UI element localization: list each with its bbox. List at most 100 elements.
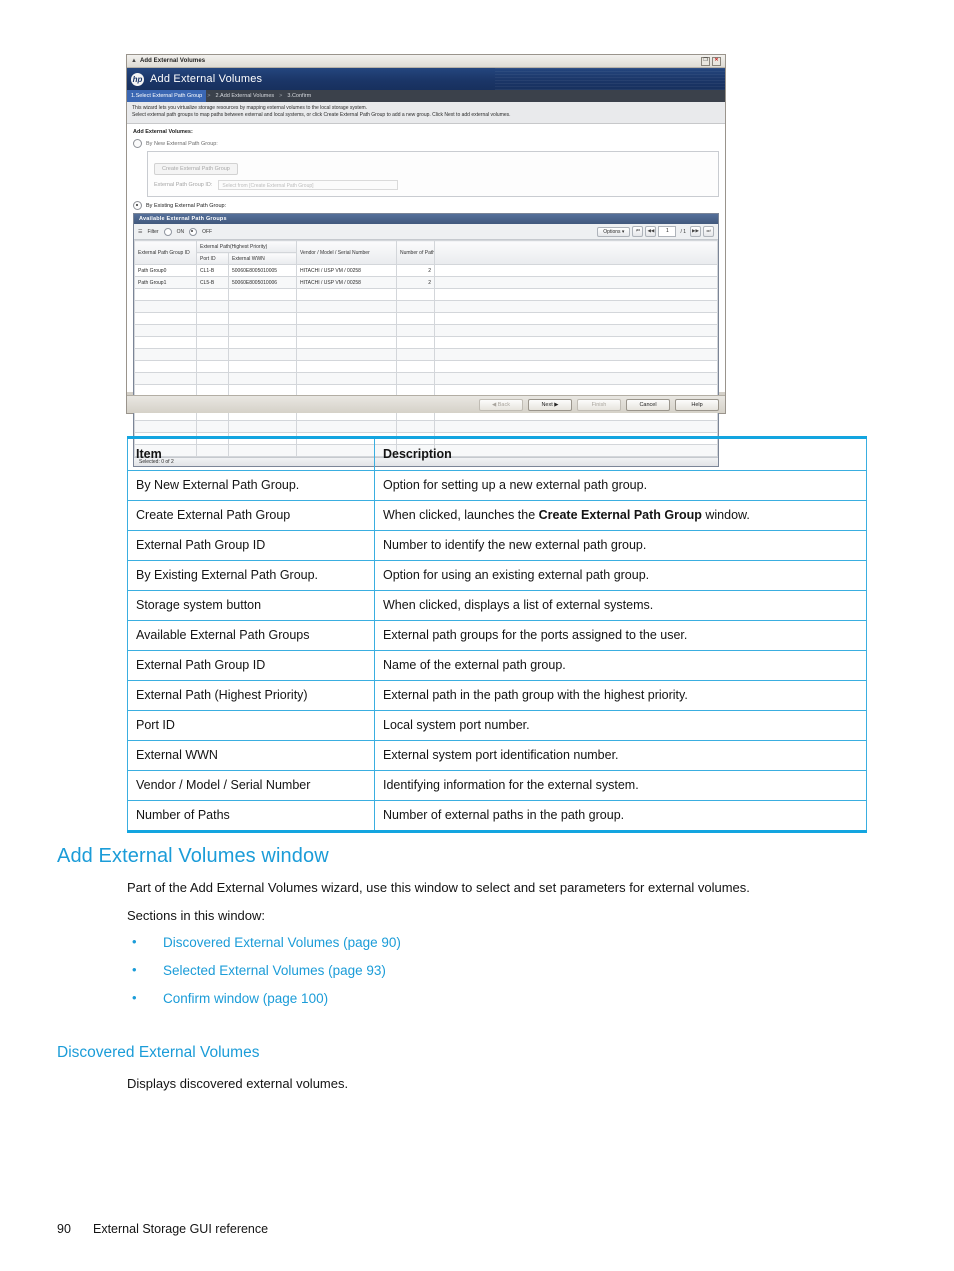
table-row[interactable]: Path Group1 CL5-B 50060E8005010006 HITAC… [134, 276, 718, 289]
desc-pre: External system port identification numb… [383, 748, 619, 762]
page-total-label: / 1 [680, 228, 686, 235]
doc-cell-item: Port ID [127, 710, 375, 741]
list-item[interactable]: Discovered External Volumes (page 90) [127, 933, 872, 952]
table-row-empty [134, 348, 718, 361]
prev-page-icon[interactable]: ◀◀ [645, 226, 657, 237]
col-vendor-model-serial[interactable]: Vendor / Model / Serial Number [296, 240, 397, 265]
desc-pre: External path in the path group with the… [383, 688, 688, 702]
doc-cell-item: External Path Group ID [127, 530, 375, 561]
next-button[interactable]: Next ▶ [528, 398, 572, 411]
table-row: Available External Path Groups External … [127, 620, 867, 651]
footer-chapter-label: External Storage GUI reference [93, 1222, 269, 1236]
paragraph-sections-lead: Sections in this window: [127, 908, 266, 923]
list-item[interactable]: Selected External Volumes (page 93) [127, 961, 872, 980]
table-row: External Path (Highest Priority) Externa… [127, 680, 867, 711]
table-row: Vendor / Model / Serial Number Identifyi… [127, 770, 867, 801]
radio-by-new-external-path-group[interactable]: By New External Path Group: [133, 139, 719, 148]
doc-cell-item: External Path Group ID [127, 650, 375, 681]
table-row-empty [134, 324, 718, 337]
doc-cell-item: External WWN [127, 740, 375, 771]
item-description-table: Item Description By New External Path Gr… [127, 436, 867, 833]
external-path-group-id-input[interactable]: Select from [Create External Path Group] [218, 180, 399, 190]
cell-port-id: CL1-B [196, 264, 229, 277]
radio-new-icon[interactable] [133, 139, 142, 148]
desc-pre: Identifying information for the external… [383, 778, 639, 792]
filter-label: Filter [147, 228, 159, 235]
add-external-volumes-label: Add External Volumes: [133, 129, 193, 135]
table-row-empty [134, 372, 718, 385]
table-row[interactable]: Path Group0 CL1-B 50060E8005010005 HITAC… [134, 264, 718, 277]
create-external-path-group-button[interactable]: Create External Path Group [154, 163, 238, 175]
page-title: Add External Volumes window [57, 845, 329, 867]
page-number-input[interactable]: 1 [658, 226, 677, 237]
doc-cell-description: When clicked, displays a list of externa… [374, 590, 867, 621]
wizard-step-2[interactable]: 2.Add External Volumes [211, 90, 278, 102]
doc-cell-description: Name of the external path group. [374, 650, 867, 681]
next-page-icon[interactable]: ▶▶ [690, 226, 701, 237]
app-banner: hp Add External Volumes [127, 68, 725, 90]
window-icon: ▲ [131, 58, 137, 64]
doc-cell-description: Number to identify the new external path… [374, 530, 867, 561]
link-discovered-external-volumes[interactable]: Discovered External Volumes (page 90) [163, 935, 401, 950]
col-number-of-paths[interactable]: Number of Paths [396, 240, 435, 265]
doc-table-body: By New External Path Group. Option for s… [127, 470, 867, 833]
list-item[interactable]: Confirm window (page 100) [127, 989, 872, 1008]
first-page-icon[interactable]: ⏮ [632, 226, 644, 237]
col-external-path-group-id[interactable]: External Path Group ID [134, 240, 197, 265]
restore-window-button[interactable]: ❐ [701, 56, 710, 66]
doc-cell-item: Available External Path Groups [127, 620, 375, 651]
col-port-id[interactable]: Port ID [196, 252, 229, 265]
external-path-group-id-label: External Path Group ID: [154, 182, 213, 188]
desc-pre: When clicked, launches the [383, 508, 539, 522]
window-controls: ❐ ✕ [701, 56, 723, 66]
cancel-button[interactable]: Cancel [626, 398, 670, 411]
filter-icon[interactable]: ☰ [138, 229, 142, 235]
finish-button[interactable]: Finish [577, 398, 621, 411]
filter-off-radio[interactable] [189, 227, 198, 236]
new-path-group-box: Create External Path Group External Path… [147, 151, 719, 197]
wizard-footer: ◀ Back Next ▶ Finish Cancel Help [127, 395, 725, 413]
help-button[interactable]: Help [675, 398, 719, 411]
col-external-wwn[interactable]: External WWN [228, 252, 297, 265]
filter-on-label: ON [176, 228, 185, 235]
options-button[interactable]: Options ▾ [597, 226, 631, 237]
doc-cell-item: Create External Path Group [127, 500, 375, 531]
desc-bold: Create External Path Group [538, 508, 702, 522]
link-confirm-window[interactable]: Confirm window (page 100) [163, 991, 328, 1006]
doc-cell-description: External path groups for the ports assig… [374, 620, 867, 651]
table-row: Storage system button When clicked, disp… [127, 590, 867, 621]
screenshot-figure: ▲ Add External Volumes ❐ ✕ hp Add Extern… [126, 54, 726, 467]
app-title: Add External Volumes [150, 73, 263, 85]
wizard-step-3[interactable]: 3.Confirm [283, 90, 315, 102]
desc-pre: External path groups for the ports assig… [383, 628, 688, 642]
doc-cell-description: External system port identification numb… [374, 740, 867, 771]
back-button[interactable]: ◀ Back [479, 398, 523, 411]
radio-existing-icon[interactable] [133, 201, 142, 210]
doc-cell-item: By Existing External Path Group. [127, 560, 375, 591]
close-window-button[interactable]: ✕ [712, 56, 721, 66]
paragraph-intro: Part of the Add External Volumes wizard,… [127, 880, 750, 895]
table-row-empty [134, 420, 718, 433]
cell-vendor: HITACHI / USP VM / 00258 [296, 264, 397, 277]
filter-off-label: OFF [202, 228, 213, 235]
table-row: External Path Group ID Number to identif… [127, 530, 867, 561]
section-body: Part of the Add External Volumes wizard,… [127, 878, 872, 1018]
doc-table-header-row: Item Description [127, 436, 867, 471]
cell-spacer [434, 264, 718, 277]
panel-title: Available External Path Groups [134, 214, 718, 224]
link-selected-external-volumes[interactable]: Selected External Volumes (page 93) [163, 963, 386, 978]
doc-cell-description: Identifying information for the external… [374, 770, 867, 801]
last-page-icon[interactable]: ⏭ [703, 226, 714, 237]
wizard-step-1[interactable]: 1.Select External Path Group [127, 90, 207, 102]
page-number: 90 [57, 1222, 71, 1236]
filter-on-radio[interactable] [163, 227, 172, 236]
cell-vendor: HITACHI / USP VM / 00258 [296, 276, 397, 289]
subsection-title: Discovered External Volumes [57, 1044, 260, 1061]
radio-new-label: By New External Path Group: [146, 140, 218, 147]
radio-by-existing-external-path-group[interactable]: By Existing External Path Group: [133, 201, 719, 210]
table-row: By New External Path Group. Option for s… [127, 470, 867, 501]
desc-pre: Number to identify the new external path… [383, 538, 647, 552]
hp-logo-icon: hp [131, 72, 144, 86]
page-footer: 90 External Storage GUI reference [57, 1222, 268, 1236]
desc-pre: Number of external paths in the path gro… [383, 808, 625, 822]
